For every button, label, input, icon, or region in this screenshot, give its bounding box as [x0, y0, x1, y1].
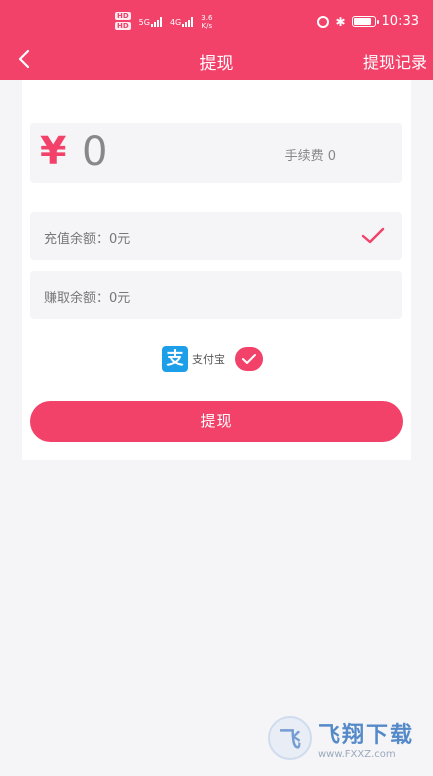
amount-value[interactable]: 0 — [82, 129, 107, 175]
clock: 10:33 — [381, 14, 419, 29]
speed-unit: K/s — [201, 22, 213, 30]
nav-bar: 提现 提现记录 — [0, 40, 433, 80]
network-speed: 3.6 K/s — [201, 14, 212, 30]
withdraw-history-link[interactable]: 提现记录 — [363, 49, 427, 73]
signal-icon: 5G — [139, 17, 162, 27]
withdraw-button[interactable]: 提现 — [30, 401, 403, 442]
watermark-logo: 飞 — [268, 716, 312, 760]
watermark-url: www.FXXZ.com — [318, 748, 396, 760]
signal-icon: 4G — [169, 17, 194, 27]
watermark: 飞 飞翔下载 www.FXXZ.com — [268, 716, 414, 760]
network-type: 4G — [169, 18, 182, 27]
speed-value: 3.6 — [201, 14, 213, 22]
hd-badges: HD HD — [115, 12, 131, 32]
earned-balance-option[interactable]: 赚取余额：0元 — [30, 271, 402, 319]
watermark-text: 飞翔下载 — [318, 722, 415, 748]
alipay-option[interactable]: 支 支付宝 — [162, 346, 263, 372]
fee-label: 手续费 0 — [284, 149, 336, 164]
recharge-balance-option[interactable]: 充值余额：0元 — [30, 212, 402, 260]
battery-icon — [351, 16, 379, 27]
top-bar: HD HD 5G 4G 3.6 K/s ✱ 10:33 提现 提现记录 — [0, 0, 433, 80]
currency-symbol: ¥ — [40, 129, 67, 173]
selected-check-icon[interactable] — [235, 347, 263, 371]
alarm-icon — [317, 15, 330, 28]
checkmark-icon — [361, 227, 385, 244]
alipay-icon: 支 — [162, 346, 188, 372]
amount-input[interactable]: ¥ 0 手续费 0 — [30, 123, 402, 183]
hd-badge: HD — [115, 12, 131, 20]
alipay-label: 支付宝 — [192, 353, 225, 366]
status-bar: HD HD 5G 4G 3.6 K/s ✱ 10:33 — [0, 0, 433, 40]
recharge-balance-label: 充值余额：0元 — [44, 232, 131, 247]
hd-badge: HD — [115, 22, 131, 30]
earned-balance-label: 赚取余额：0元 — [44, 291, 131, 306]
bluetooth-icon: ✱ — [335, 14, 346, 29]
network-type: 5G — [138, 18, 150, 27]
